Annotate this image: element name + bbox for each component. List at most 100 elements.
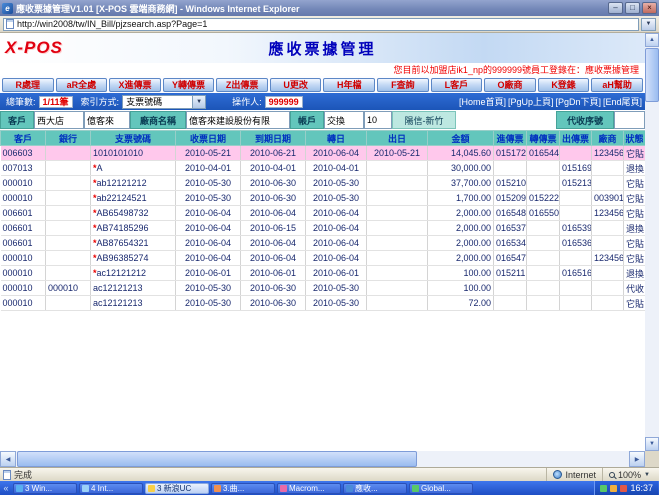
- vertical-scroll-thumb[interactable]: [645, 48, 659, 102]
- vendor-name-field[interactable]: 億客來建設股份有限: [186, 111, 290, 129]
- scroll-left-icon[interactable]: ◀: [0, 451, 16, 467]
- total-count-label: 總筆數:: [6, 95, 36, 108]
- cell-due-date: 2010-06-30: [241, 176, 306, 191]
- toolbar-button-aR全處[interactable]: aR全處: [56, 78, 108, 92]
- cell-transfer-date: 2010-05-30: [306, 176, 367, 191]
- taskbar-button-label: 應收...: [355, 483, 378, 494]
- toolbar-button-X進傳票[interactable]: X進傳票: [109, 78, 161, 92]
- address-input[interactable]: http://win2008/tw/IN_Bill/pjzsearch.asp?…: [3, 18, 639, 31]
- table-row[interactable]: 000010*ab121212122010-05-302010-06-30201…: [1, 176, 646, 191]
- taskbar-button[interactable]: Global...: [409, 483, 473, 494]
- table-row[interactable]: 00660310101010102010-05-212010-06-212010…: [1, 146, 646, 161]
- cell-due-date: 2010-06-30: [241, 281, 306, 296]
- toolbar-button-O廠商[interactable]: O廠商: [484, 78, 536, 92]
- page-area: X-POS 應收票據管理 您目前以加盟店ik1_np的999999號員工登錄在：…: [0, 33, 659, 467]
- toolbar-button-H年檔[interactable]: H年檔: [323, 78, 375, 92]
- asterisk-mark: *: [93, 193, 97, 203]
- table-row[interactable]: 000010ac121212132010-05-302010-06-302010…: [1, 296, 646, 311]
- horizontal-scrollbar[interactable]: ◀ ▶: [0, 451, 645, 467]
- tray-icon[interactable]: [600, 485, 607, 492]
- toolbar-button-K登錄[interactable]: K登錄: [538, 78, 590, 92]
- maximize-button[interactable]: □: [625, 2, 640, 14]
- quick-launch-collapse-icon[interactable]: «: [1, 483, 11, 493]
- cell-vendor: 123456: [592, 251, 624, 266]
- table-row[interactable]: 000010000010ac121212132010-05-302010-06-…: [1, 281, 646, 296]
- taskbar-button[interactable]: 3 新浪UC: [145, 483, 209, 494]
- bank-branch-display: 陽信-新竹: [392, 111, 456, 129]
- cell-transfer-voucher: 016544: [527, 146, 560, 161]
- cell-amount: 2,000.00: [428, 236, 494, 251]
- document-icon: [3, 470, 11, 480]
- minimize-button[interactable]: –: [608, 2, 623, 14]
- scroll-right-icon[interactable]: ▶: [629, 451, 645, 467]
- collect-serial-field[interactable]: [614, 111, 645, 129]
- toolbar-button-U更改[interactable]: U更改: [270, 78, 322, 92]
- close-button[interactable]: ×: [642, 2, 657, 14]
- table-row[interactable]: 006601*AB741852962010-06-042010-06-15201…: [1, 221, 646, 236]
- taskbar-button[interactable]: Macrom...: [277, 483, 341, 494]
- taskbar-button-label: 3 新浪UC: [157, 483, 191, 494]
- cell-vendor: [592, 281, 624, 296]
- title-bar: e 應收票據管理V1.01 [X-POS 雲端商務網] - Windows In…: [0, 0, 659, 16]
- cell-customer: 000010: [1, 266, 46, 281]
- scroll-up-icon[interactable]: ▲: [645, 33, 659, 47]
- table-row[interactable]: 007013*A2010-04-012010-04-012010-04-0130…: [1, 161, 646, 176]
- horizontal-scroll-thumb[interactable]: [17, 451, 417, 467]
- cell-bank: [46, 146, 91, 161]
- account-no-field[interactable]: 10: [364, 111, 392, 129]
- vertical-scrollbar[interactable]: ▲ ▼: [645, 33, 659, 451]
- scroll-down-icon[interactable]: ▼: [645, 437, 659, 451]
- account-type-field[interactable]: 交換: [324, 111, 364, 129]
- cell-out-voucher: 016516: [560, 266, 592, 281]
- cell-receive-date: 2010-06-04: [176, 236, 241, 251]
- taskbar-button[interactable]: 3 Win...: [13, 483, 77, 494]
- window-controls: – □ ×: [608, 2, 657, 14]
- page-nav-link[interactable]: [PgUp上頁]: [508, 95, 554, 108]
- url-text: http://win2008/tw/IN_Bill/pjzsearch.asp?…: [17, 19, 207, 29]
- toolbar-button-F查詢[interactable]: F查詢: [377, 78, 429, 92]
- cell-transfer-voucher: [527, 251, 560, 266]
- taskbar-button-icon: [214, 485, 221, 492]
- address-dropdown-button[interactable]: ▼: [641, 18, 656, 31]
- taskbar-button-icon: [280, 485, 287, 492]
- taskbar-button[interactable]: 應收...: [343, 483, 407, 494]
- taskbar-button-label: Macrom...: [289, 484, 325, 493]
- toolbar-button-aH幫助[interactable]: aH幫助: [591, 78, 643, 92]
- taskbar-button[interactable]: 3.曲...: [211, 483, 275, 494]
- index-mode-select[interactable]: 支票號碼 ▼: [122, 95, 206, 109]
- filter-spacer: [456, 111, 556, 129]
- customer-name-field[interactable]: 億客來: [84, 111, 130, 129]
- table-row[interactable]: 000010*ab221245212010-05-302010-06-30201…: [1, 191, 646, 206]
- cell-transfer-date: 2010-06-04: [306, 236, 367, 251]
- toolbar-button-L客戶[interactable]: L客戶: [431, 78, 483, 92]
- cell-transfer-voucher: [527, 281, 560, 296]
- cell-due-date: 2010-06-04: [241, 236, 306, 251]
- toolbar-button-Z出傳票[interactable]: Z出傳票: [216, 78, 268, 92]
- cell-check-no: *AB74185296: [91, 221, 176, 236]
- page-nav-link[interactable]: [PgDn下頁]: [555, 95, 601, 108]
- table-row[interactable]: 006601*AB654987322010-06-042010-06-04201…: [1, 206, 646, 221]
- cell-transfer-date: 2010-05-30: [306, 191, 367, 206]
- cell-in-voucher: 016547: [494, 251, 527, 266]
- cell-bank: [46, 296, 91, 311]
- cell-due-date: 2010-04-01: [241, 161, 306, 176]
- table-row[interactable]: 006601*AB876543212010-06-042010-06-04201…: [1, 236, 646, 251]
- asterisk-mark: *: [93, 268, 97, 278]
- cell-out-date: [367, 296, 428, 311]
- page-nav-link[interactable]: [End尾頁]: [603, 95, 642, 108]
- tray-icon[interactable]: [620, 485, 627, 492]
- taskbar-button[interactable]: 4 Int...: [79, 483, 143, 494]
- taskbar-button-icon: [346, 485, 353, 492]
- cell-status: 它貼: [624, 251, 646, 266]
- tray-icon[interactable]: [610, 485, 617, 492]
- page-nav-link[interactable]: [Home首頁]: [459, 95, 506, 108]
- zoom-segment[interactable]: 100% ▼: [602, 468, 656, 481]
- cell-check-no: *AB87654321: [91, 236, 176, 251]
- toolbar-button-R處理[interactable]: R處理: [2, 78, 54, 92]
- toolbar-button-Y轉傳票[interactable]: Y轉傳票: [163, 78, 215, 92]
- status-text: 完成: [14, 468, 32, 481]
- table-row[interactable]: 000010*ac121212122010-06-012010-06-01201…: [1, 266, 646, 281]
- cell-due-date: 2010-06-30: [241, 191, 306, 206]
- customer-store-field[interactable]: 西大店: [34, 111, 84, 129]
- table-row[interactable]: 000010*AB963852742010-06-042010-06-04201…: [1, 251, 646, 266]
